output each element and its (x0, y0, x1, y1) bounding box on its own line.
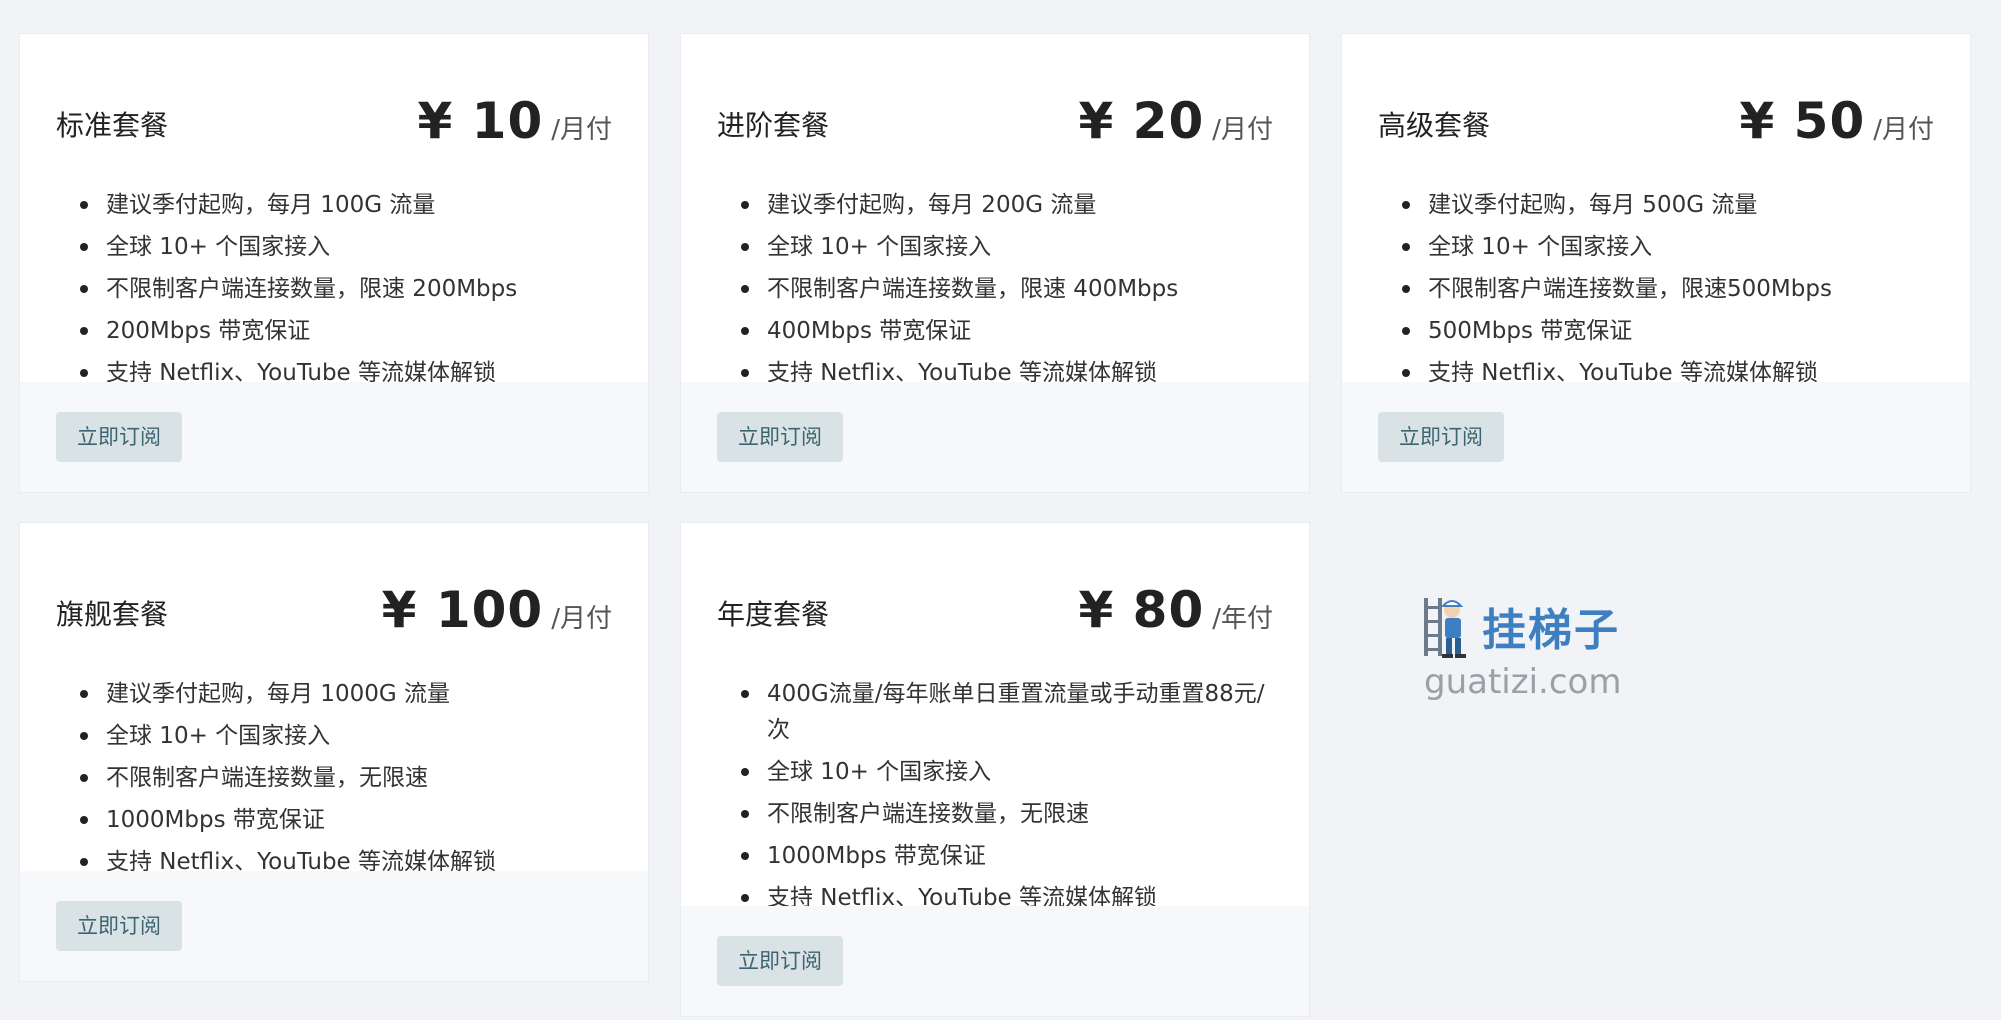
feature-item: 全球 10+ 个国家接入 (717, 751, 1273, 793)
price-unit: /月付 (1873, 115, 1934, 145)
feature-item: 1000Mbps 带宽保证 (56, 799, 612, 841)
feature-item: 400Mbps 带宽保证 (717, 310, 1273, 352)
feature-list: 400G流量/每年账单日重置流量或手动重置88元/次 全球 10+ 个国家接入 … (717, 639, 1273, 919)
feature-list: 建议季付起购，每月 1000G 流量 全球 10+ 个国家接入 不限制客户端连接… (56, 639, 612, 883)
plan-card-footer: 立即订阅 (20, 382, 648, 492)
plan-name: 高级套餐 (1378, 109, 1491, 142)
feature-item: 不限制客户端连接数量，无限速 (717, 793, 1273, 835)
price-amount: ¥ 80 (1078, 581, 1205, 639)
price-unit: /月付 (1212, 115, 1273, 145)
feature-item: 建议季付起购，每月 500G 流量 (1378, 184, 1934, 226)
plan-price: ¥ 80/年付 (1078, 581, 1273, 639)
feature-item: 全球 10+ 个国家接入 (1378, 226, 1934, 268)
plan-card-flagship: 旗舰套餐 ¥ 100/月付 建议季付起购，每月 1000G 流量 全球 10+ … (20, 523, 648, 981)
feature-item: 全球 10+ 个国家接入 (56, 226, 612, 268)
feature-item: 建议季付起购，每月 100G 流量 (56, 184, 612, 226)
feature-item: 不限制客户端连接数量，限速500Mbps (1378, 268, 1934, 310)
feature-item: 200Mbps 带宽保证 (56, 310, 612, 352)
feature-item: 500Mbps 带宽保证 (1378, 310, 1934, 352)
plan-card-header: 标准套餐 ¥ 10/月付 (56, 34, 612, 150)
feature-item: 全球 10+ 个国家接入 (717, 226, 1273, 268)
price-amount: ¥ 50 (1739, 92, 1866, 150)
price-unit: /年付 (1212, 604, 1273, 634)
plan-card-body: 标准套餐 ¥ 10/月付 建议季付起购，每月 100G 流量 全球 10+ 个国… (20, 34, 648, 394)
plan-card-footer: 立即订阅 (1342, 382, 1970, 492)
plan-name: 标准套餐 (56, 109, 169, 142)
feature-item: 全球 10+ 个国家接入 (56, 715, 612, 757)
subscribe-button[interactable]: 立即订阅 (717, 412, 843, 462)
plan-name: 年度套餐 (717, 598, 830, 631)
price-unit: /月付 (551, 115, 612, 145)
subscribe-button[interactable]: 立即订阅 (1378, 412, 1504, 462)
plan-card-standard: 标准套餐 ¥ 10/月付 建议季付起购，每月 100G 流量 全球 10+ 个国… (20, 34, 648, 492)
feature-item: 不限制客户端连接数量，限速 400Mbps (717, 268, 1273, 310)
feature-item: 建议季付起购，每月 200G 流量 (717, 184, 1273, 226)
plan-card-footer: 立即订阅 (20, 871, 648, 981)
feature-list: 建议季付起购，每月 200G 流量 全球 10+ 个国家接入 不限制客户端连接数… (717, 150, 1273, 394)
plan-card-header: 高级套餐 ¥ 50/月付 (1378, 34, 1934, 150)
feature-item: 建议季付起购，每月 1000G 流量 (56, 673, 612, 715)
watermark-title: 挂梯子 (1482, 605, 1620, 656)
plan-card-body: 高级套餐 ¥ 50/月付 建议季付起购，每月 500G 流量 全球 10+ 个国… (1342, 34, 1970, 394)
plan-card-header: 旗舰套餐 ¥ 100/月付 (56, 523, 612, 639)
plan-name: 进阶套餐 (717, 109, 830, 142)
plan-card-footer: 立即订阅 (681, 382, 1309, 492)
plan-card-premium: 高级套餐 ¥ 50/月付 建议季付起购，每月 500G 流量 全球 10+ 个国… (1342, 34, 1970, 492)
plan-card-header: 进阶套餐 ¥ 20/月付 (717, 34, 1273, 150)
feature-list: 建议季付起购，每月 100G 流量 全球 10+ 个国家接入 不限制客户端连接数… (56, 150, 612, 394)
plan-name: 旗舰套餐 (56, 598, 169, 631)
subscribe-button[interactable]: 立即订阅 (56, 901, 182, 951)
plan-card-header: 年度套餐 ¥ 80/年付 (717, 523, 1273, 639)
feature-item: 不限制客户端连接数量，无限速 (56, 757, 612, 799)
watermark-url: guatizi.com (1424, 662, 1622, 702)
plan-card-footer: 立即订阅 (681, 906, 1309, 1016)
price-amount: ¥ 20 (1078, 92, 1205, 150)
feature-item: 1000Mbps 带宽保证 (717, 835, 1273, 877)
subscribe-button[interactable]: 立即订阅 (56, 412, 182, 462)
plan-price: ¥ 20/月付 (1078, 92, 1273, 150)
feature-item: 不限制客户端连接数量，限速 200Mbps (56, 268, 612, 310)
plan-price: ¥ 10/月付 (417, 92, 612, 150)
ladder-worker-icon (1420, 596, 1472, 660)
watermark-logo: 挂梯子 guatizi.com (1420, 592, 1660, 712)
feature-list: 建议季付起购，每月 500G 流量 全球 10+ 个国家接入 不限制客户端连接数… (1378, 150, 1934, 394)
subscribe-button[interactable]: 立即订阅 (717, 936, 843, 986)
plan-price: ¥ 100/月付 (382, 581, 612, 639)
price-unit: /月付 (551, 604, 612, 634)
plan-price: ¥ 50/月付 (1739, 92, 1934, 150)
price-amount: ¥ 100 (381, 581, 544, 639)
plan-card-body: 旗舰套餐 ¥ 100/月付 建议季付起购，每月 1000G 流量 全球 10+ … (20, 523, 648, 883)
plan-card-annual: 年度套餐 ¥ 80/年付 400G流量/每年账单日重置流量或手动重置88元/次 … (681, 523, 1309, 1016)
price-amount: ¥ 10 (417, 92, 544, 150)
feature-item: 400G流量/每年账单日重置流量或手动重置88元/次 (717, 673, 1273, 751)
plan-card-body: 进阶套餐 ¥ 20/月付 建议季付起购，每月 200G 流量 全球 10+ 个国… (681, 34, 1309, 394)
plan-card-advanced: 进阶套餐 ¥ 20/月付 建议季付起购，每月 200G 流量 全球 10+ 个国… (681, 34, 1309, 492)
plan-card-body: 年度套餐 ¥ 80/年付 400G流量/每年账单日重置流量或手动重置88元/次 … (681, 523, 1309, 919)
